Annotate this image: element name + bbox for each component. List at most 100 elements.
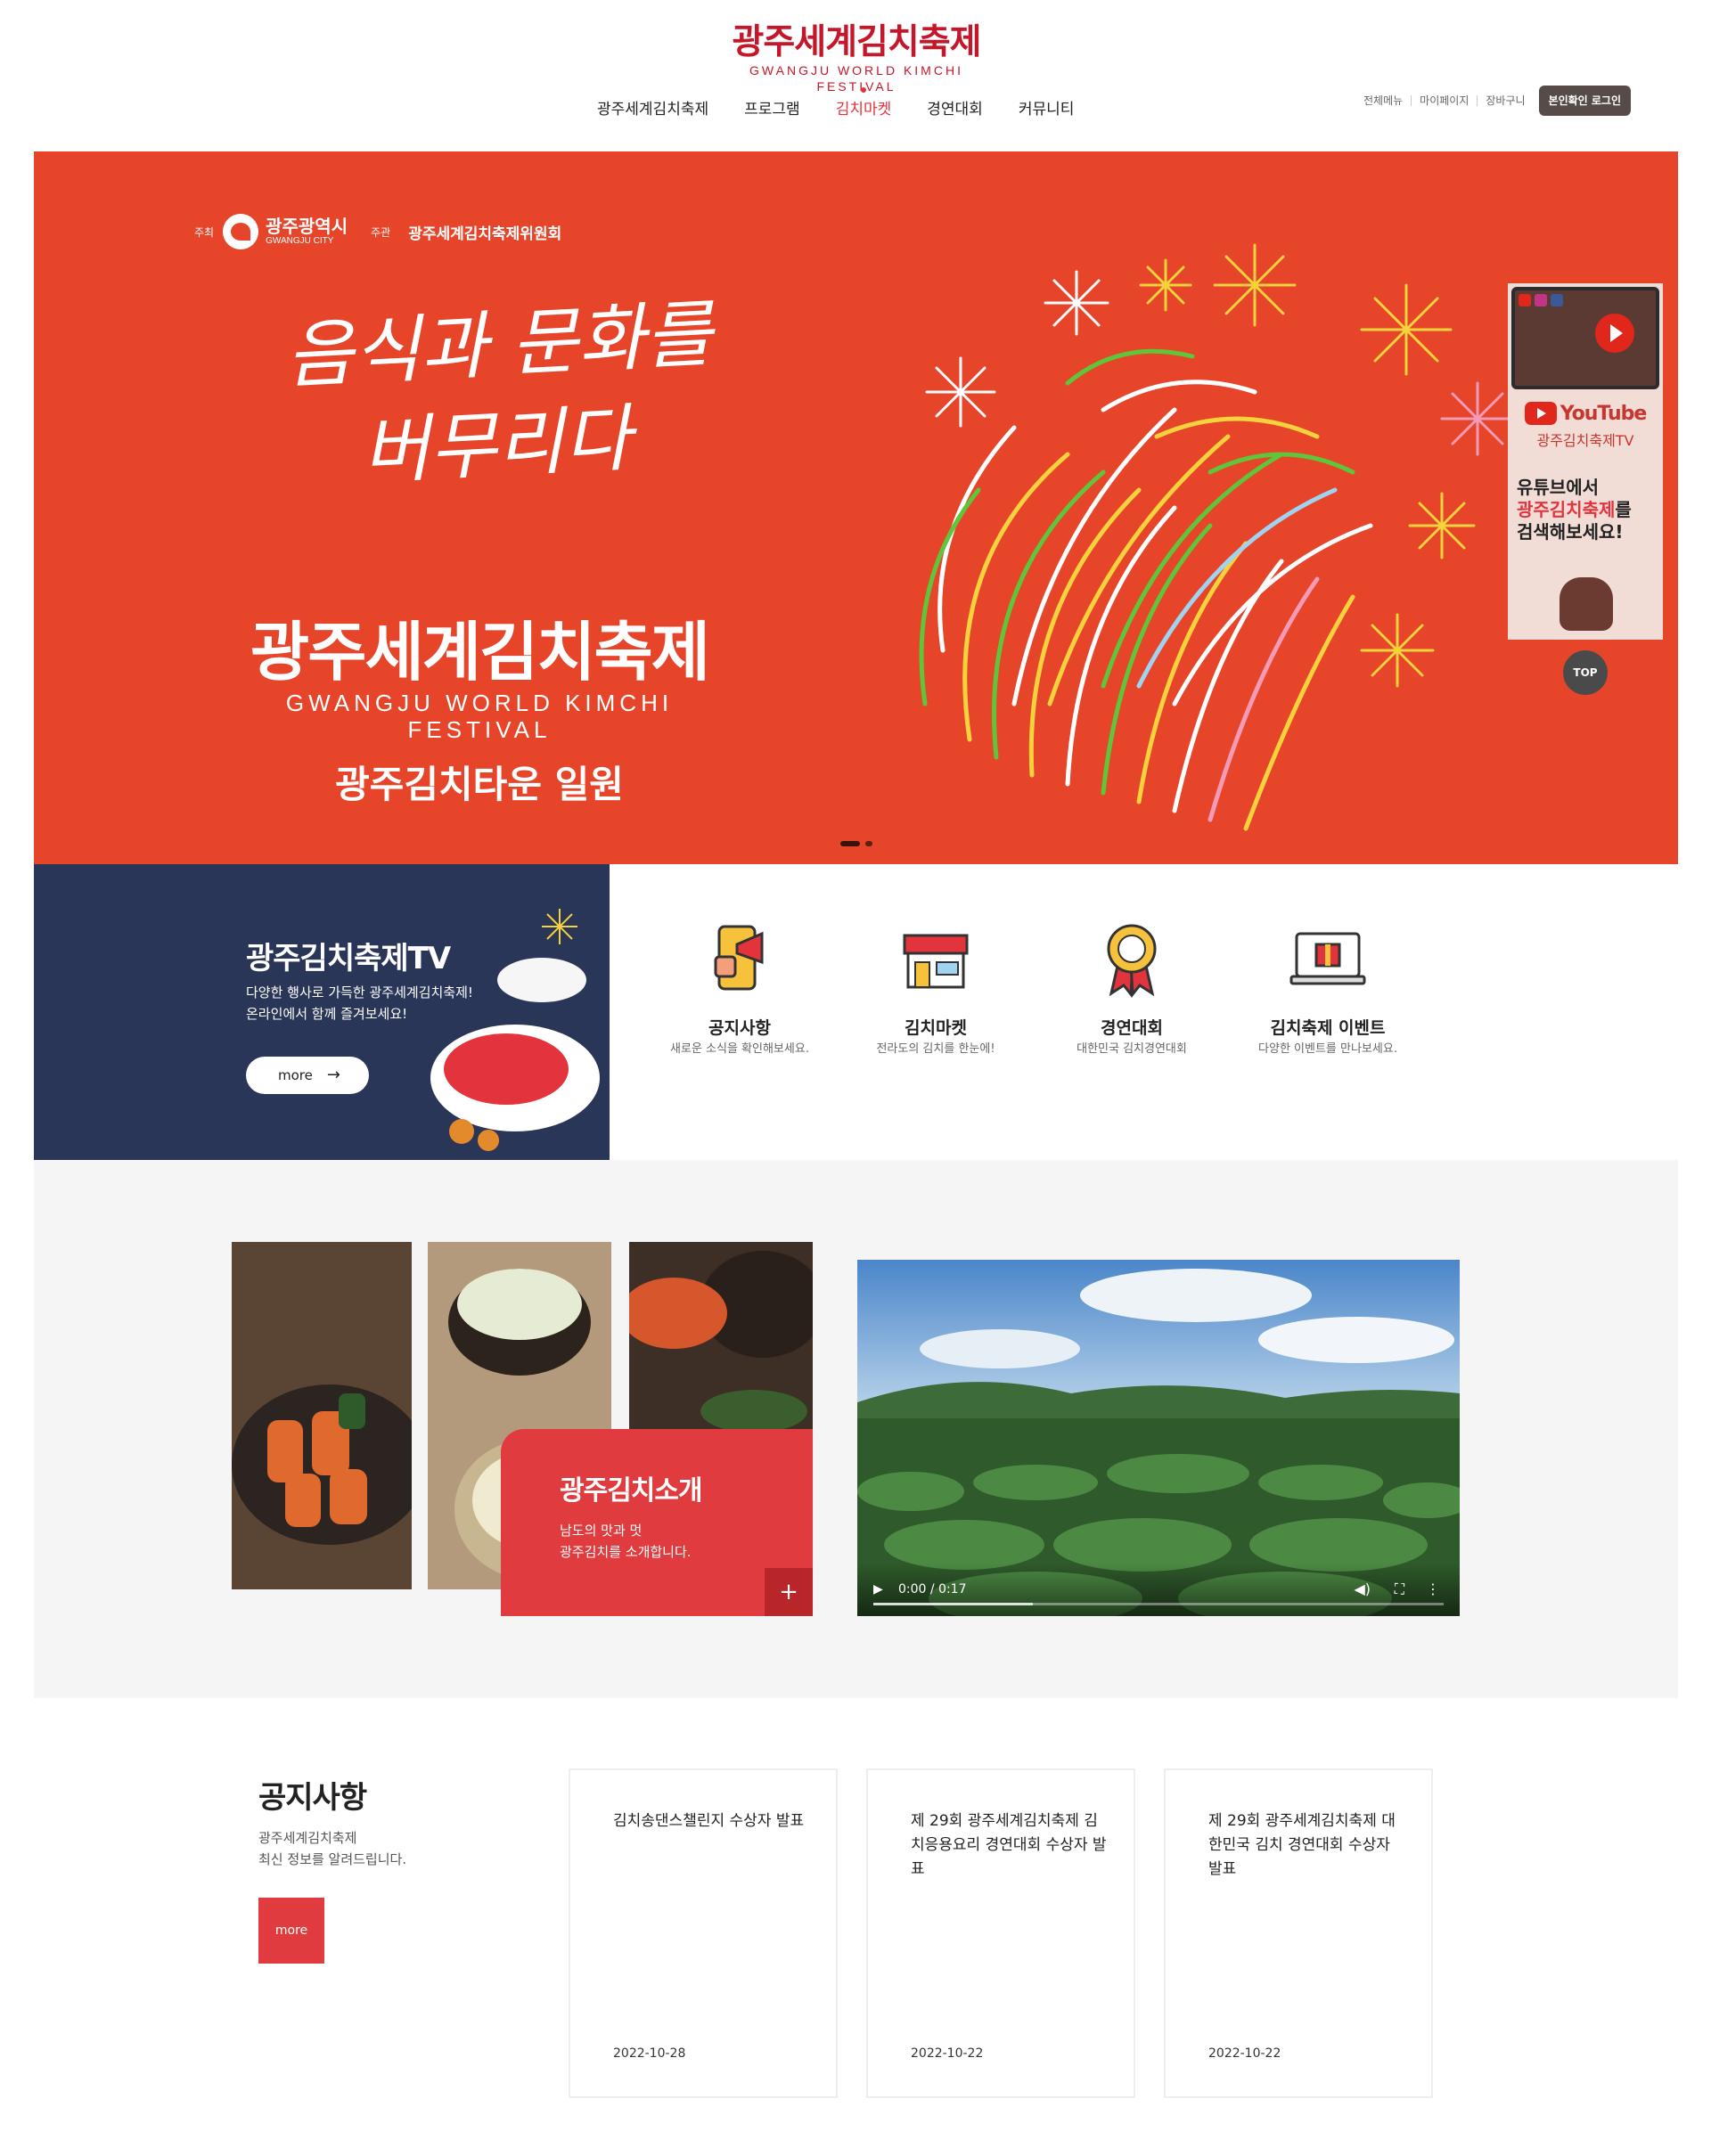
logo-subtitle: GWANGJU WORLD KIMCHI FESTIVAL xyxy=(749,63,963,94)
host-label: 주최 xyxy=(194,225,215,239)
slogan-line-2: 버무리다 xyxy=(360,396,634,495)
quick-link-title: 김치축제 이벤트 xyxy=(1270,1018,1386,1038)
video-progress-bar[interactable] xyxy=(873,1603,1444,1605)
notice-card-title: 김치송댄스챌린지 수상자 발표 xyxy=(613,1812,805,1830)
cabbage-fireworks-illustration xyxy=(919,243,1515,831)
video-controls: ▶ 0:00 / 0:17 ◀) ⛶ ⋮ xyxy=(857,1563,1460,1616)
plus-icon[interactable]: + xyxy=(765,1568,813,1616)
radish-kimchi-photo xyxy=(232,1242,412,1589)
all-menu-link[interactable]: 전체메뉴 xyxy=(1355,95,1411,106)
kimchi-jar-illustration xyxy=(1560,577,1613,631)
notice-description: 광주세계김치축제 최신 정보를 알려드립니다. xyxy=(258,1827,406,1870)
quick-link-contest[interactable]: 경연대회 대한민국 김치경연대회 xyxy=(1034,918,1230,1058)
quick-link-notice[interactable]: 공지사항 새로운 소식을 확인해보세요. xyxy=(642,918,838,1058)
quick-link-title: 경연대회 xyxy=(1101,1018,1163,1038)
notice-card[interactable]: 제 29회 광주세계김치축제 대한민국 김치 경연대회 수상자 발표 2022-… xyxy=(1164,1768,1433,2098)
hero-slogan: 음식과 문화를 버무리다 xyxy=(283,285,720,507)
youtube-icon xyxy=(1524,402,1557,425)
youtube-search-prompt: 유튜브에서 광주김치축제를 검색해보세요! xyxy=(1517,477,1663,543)
tv-desc-line-2: 온라인에서 함께 즐겨보세요! xyxy=(246,1006,408,1022)
host-city-en: GWANGJU CITY xyxy=(266,236,334,246)
organizer-name: 광주세계김치축제위원회 xyxy=(408,225,562,243)
tv-description: 다양한 행사로 가득한 광주세계김치축제! 온라인에서 함께 즐겨보세요! xyxy=(246,982,473,1025)
quick-link-desc: 전라도의 김치를 한눈에! xyxy=(876,1042,995,1056)
slide-dot-1[interactable] xyxy=(840,841,860,846)
video-time: 0:00 / 0:17 xyxy=(898,1582,967,1597)
quick-link-market[interactable]: 김치마켓 전라도의 김치를 한눈에! xyxy=(838,918,1034,1058)
intro-description: 남도의 맛과 멋 광주김치를 소개합니다. xyxy=(560,1520,692,1563)
notice-more-button[interactable]: more xyxy=(258,1898,324,1964)
logo-title: 광주세계김치축제 xyxy=(732,22,981,62)
megaphone-phone-icon xyxy=(714,925,764,991)
arrow-right-icon: → xyxy=(326,1066,340,1084)
organizer-label: 주관 xyxy=(371,225,391,239)
intro-desc-line-1: 남도의 맛과 멋 xyxy=(560,1523,643,1539)
notice-card-title: 제 29회 광주세계김치축제 대한민국 김치 경연대회 수상자 발표 xyxy=(1208,1812,1396,1878)
instagram-sns-icon[interactable] xyxy=(1535,294,1547,306)
slide-dot-2[interactable] xyxy=(865,841,872,846)
site-header: 광주세계김치축제 GWANGJU WORLD KIMCHI FESTIVAL 광… xyxy=(0,0,1711,151)
gwangju-city-logo-icon xyxy=(223,214,259,249)
utility-menu: 전체메뉴 마이페이지 장바구니 본인확인 로그인 xyxy=(1355,86,1631,116)
tv-desc-line-1: 다양한 행사로 가득한 광주세계김치축제! xyxy=(246,984,473,1000)
mypage-link[interactable]: 마이페이지 xyxy=(1411,95,1477,106)
quick-link-desc: 새로운 소식을 확인해보세요. xyxy=(670,1042,809,1056)
more-options-icon[interactable]: ⋮ xyxy=(1426,1580,1440,1597)
notice-card[interactable]: 제 29회 광주세계김치축제 김치응용요리 경연대회 수상자 발표 2022-1… xyxy=(866,1768,1135,2098)
prompt-line-1: 유튜브에서 xyxy=(1517,477,1599,498)
volume-icon[interactable]: ◀) xyxy=(1354,1580,1371,1597)
tv-title: 광주김치축제TV xyxy=(246,941,451,976)
youtube-thumbnail xyxy=(1511,287,1659,389)
hero-banner[interactable]: 주최 광주광역시 GWANGJU CITY 주관 광주세계김치축제위원회 음식과… xyxy=(34,151,1678,864)
cart-link[interactable]: 장바구니 xyxy=(1477,95,1533,106)
hero-subtitle: 광주김치타운 일원 xyxy=(335,763,624,806)
kimchi-intro-section: 광주김치소개 남도의 맛과 멋 광주김치를 소개합니다. + ▶ 0:00 / … xyxy=(34,1160,1678,1698)
notice-title: 공지사항 xyxy=(258,1780,367,1816)
page: 광주세계김치축제 GWANGJU WORLD KIMCHI FESTIVAL 광… xyxy=(0,0,1711,2156)
notice-card-date: 2022-10-22 xyxy=(1208,2046,1281,2061)
prompt-line-2: 광주김치축제를 xyxy=(1517,499,1663,521)
notice-card-date: 2022-10-22 xyxy=(911,2046,984,2061)
youtube-floating-banner[interactable]: YouTube 광주김치축제TV 유튜브에서 광주김치축제를 검색해보세요! xyxy=(1508,283,1663,640)
cabbage-field-video[interactable]: ▶ 0:00 / 0:17 ◀) ⛶ ⋮ xyxy=(857,1260,1460,1616)
nav-item-contest[interactable]: 경연대회 xyxy=(927,96,983,123)
quick-links: 공지사항 새로운 소식을 확인해보세요. 김치마켓 전라도의 김치를 한눈에! … xyxy=(642,918,1426,1058)
gift-laptop-icon xyxy=(1289,932,1366,985)
play-icon[interactable]: ▶ xyxy=(873,1582,883,1597)
scroll-top-button[interactable]: TOP xyxy=(1563,650,1608,695)
main-nav: 광주세계김치축제 프로그램 김치마켓 경연대회 커뮤니티 xyxy=(597,87,1109,123)
quick-link-title: 김치마켓 xyxy=(905,1018,967,1038)
notice-card-title: 제 29회 광주세계김치축제 김치응용요리 경연대회 수상자 발표 xyxy=(911,1812,1107,1878)
quick-link-event[interactable]: 김치축제 이벤트 다양한 이벤트를 만나보세요. xyxy=(1230,918,1426,1058)
nav-item-kimchi-market[interactable]: 김치마켓 xyxy=(836,87,891,123)
site-logo[interactable]: 광주세계김치축제 GWANGJU WORLD KIMCHI FESTIVAL xyxy=(720,23,993,94)
kimchi-intro-card[interactable]: 광주김치소개 남도의 맛과 멋 광주김치를 소개합니다. + xyxy=(501,1429,813,1616)
slide-indicator xyxy=(840,841,878,846)
youtube-wordmark: YouTube xyxy=(1560,402,1648,425)
nav-item-festival[interactable]: 광주세계김치축제 xyxy=(597,96,708,123)
notice-card-date: 2022-10-28 xyxy=(613,2046,686,2061)
award-medal-icon xyxy=(1107,924,1157,998)
notice-desc-line-1: 광주세계김치축제 xyxy=(258,1830,357,1846)
quick-link-title: 공지사항 xyxy=(708,1018,771,1038)
tv-more-button[interactable]: more → xyxy=(246,1057,369,1094)
video-progress-fill xyxy=(873,1603,1034,1605)
host-city: 광주광역시 GWANGJU CITY xyxy=(266,216,348,247)
hero-host: 주최 광주광역시 GWANGJU CITY 주관 광주세계김치축제위원회 xyxy=(194,214,561,249)
sns-icons xyxy=(1519,294,1567,306)
fullscreen-icon[interactable]: ⛶ xyxy=(1395,1580,1404,1598)
hero-title-en: GWANGJU WORLD KIMCHI FESTIVAL xyxy=(285,690,674,743)
notice-heading: 공지사항 광주세계김치축제 최신 정보를 알려드립니다. xyxy=(258,1773,406,1870)
notice-card[interactable]: 김치송댄스챌린지 수상자 발표 2022-10-28 xyxy=(569,1768,838,2098)
nav-item-program[interactable]: 프로그램 xyxy=(744,96,800,123)
tv-more-label: more xyxy=(278,1067,313,1083)
quick-link-desc: 대한민국 김치경연대회 xyxy=(1077,1042,1187,1056)
quick-link-desc: 다양한 이벤트를 만나보세요. xyxy=(1258,1042,1397,1056)
login-button[interactable]: 본인확인 로그인 xyxy=(1538,86,1631,116)
youtube-sns-icon[interactable] xyxy=(1519,294,1531,306)
youtube-channel-name: 광주김치축제TV xyxy=(1536,432,1634,449)
notice-desc-line-2: 최신 정보를 알려드립니다. xyxy=(258,1851,407,1867)
nav-item-community[interactable]: 커뮤니티 xyxy=(1019,96,1075,123)
facebook-sns-icon[interactable] xyxy=(1551,294,1563,306)
market-store-icon xyxy=(903,934,969,989)
